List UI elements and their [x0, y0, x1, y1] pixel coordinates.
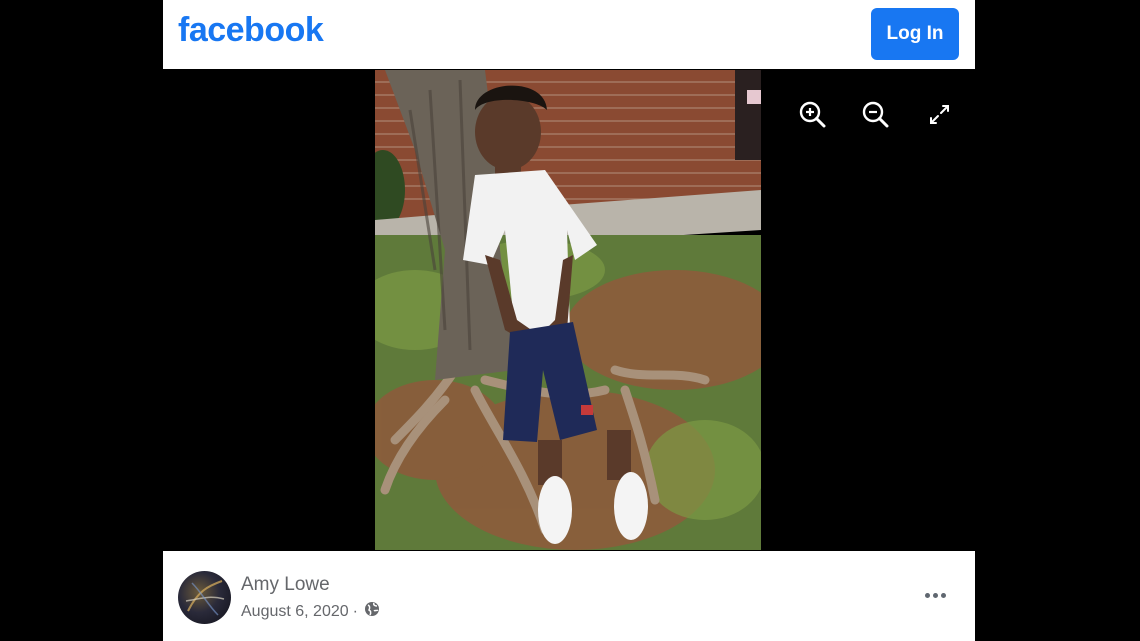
more-options-icon[interactable] — [917, 583, 953, 607]
zoom-out-icon[interactable] — [860, 99, 892, 131]
facebook-photo-page: facebook Log In Amy Lowe August 6, 2020 … — [163, 0, 975, 641]
login-button[interactable]: Log In — [871, 8, 959, 60]
meta-separator: · — [352, 602, 358, 620]
top-navigation-bar: facebook Log In — [163, 0, 975, 69]
post-date[interactable]: August 6, 2020 — [241, 603, 349, 621]
author-avatar[interactable] — [178, 571, 231, 624]
post-info-bar: Amy Lowe August 6, 2020 · — [163, 551, 975, 641]
fullscreen-icon[interactable] — [924, 99, 956, 131]
zoom-in-icon[interactable] — [797, 99, 829, 131]
post-meta: August 6, 2020 · — [241, 601, 380, 622]
author-name[interactable]: Amy Lowe — [241, 574, 330, 596]
more-dot — [932, 592, 938, 598]
facebook-logo[interactable]: facebook — [178, 11, 324, 50]
post-photo[interactable] — [375, 70, 761, 550]
globe-icon — [364, 601, 380, 622]
more-dot — [940, 592, 946, 598]
photo-viewer — [163, 69, 975, 550]
more-dot — [924, 592, 930, 598]
